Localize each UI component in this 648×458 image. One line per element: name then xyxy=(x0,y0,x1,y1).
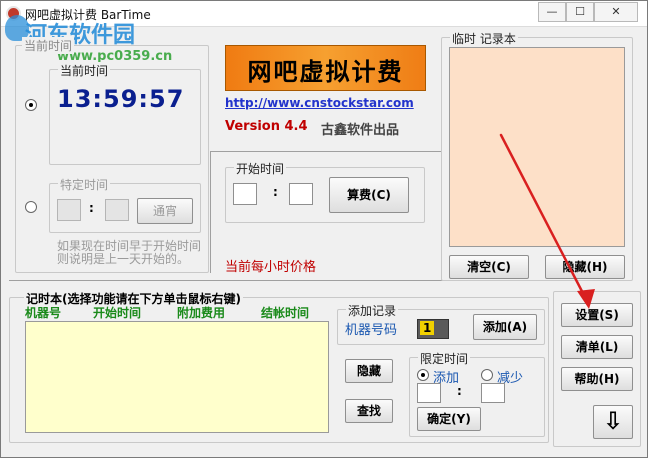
annotation-arrow-icon xyxy=(499,133,595,309)
app-window: 网吧虚拟计费 BarTime — ☐ ✕ 河东软件园 www.pc0359.cn… xyxy=(0,0,648,458)
